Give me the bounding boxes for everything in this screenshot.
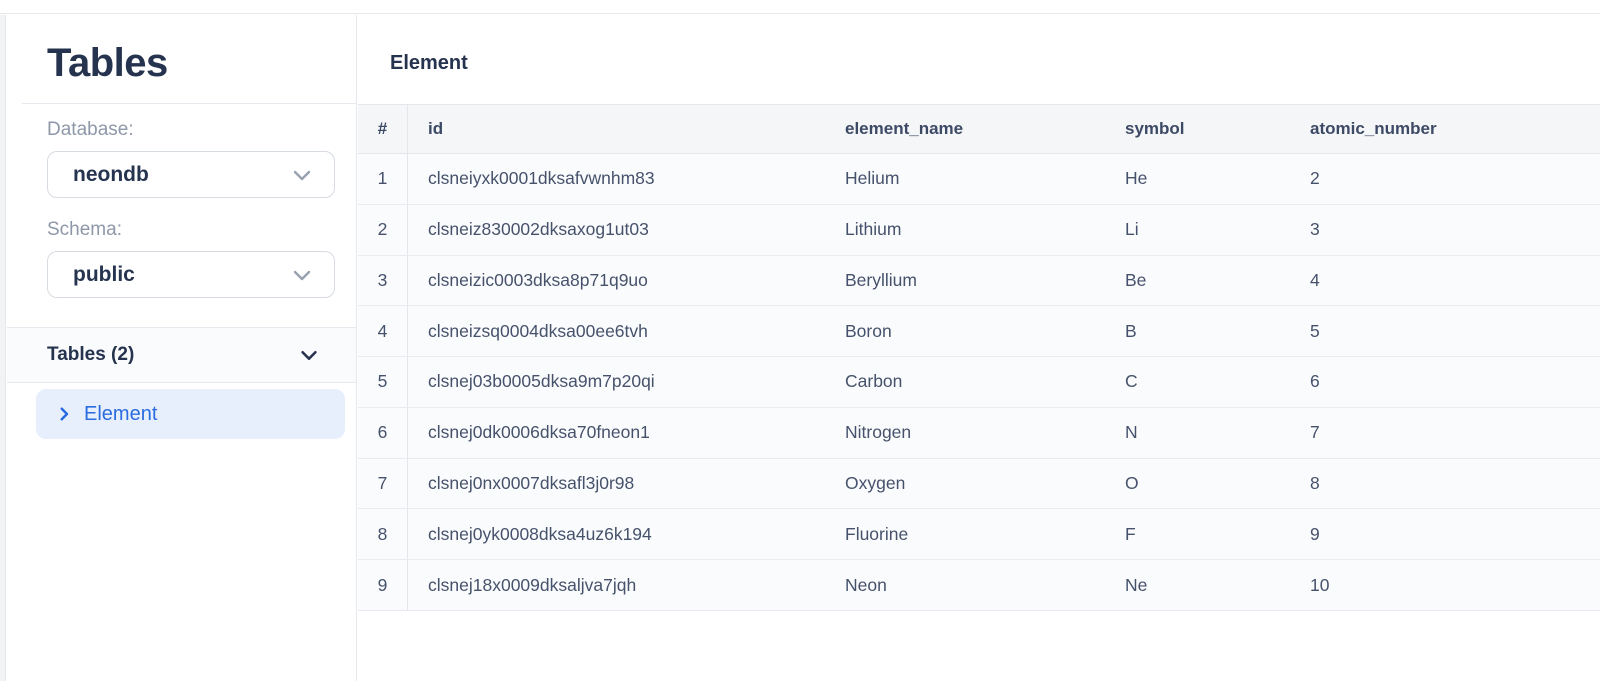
cell-id: clsnej0nx0007dksafl3j0r98 bbox=[408, 459, 825, 509]
page-title: Element bbox=[390, 51, 468, 75]
cell-element-name: Nitrogen bbox=[825, 408, 1105, 458]
cell-id: clsnej03b0005dksa9m7p20qi bbox=[408, 357, 825, 407]
cell-symbol: Be bbox=[1105, 256, 1290, 306]
cell-symbol: O bbox=[1105, 459, 1290, 509]
cell-index: 9 bbox=[358, 560, 408, 610]
cell-index: 2 bbox=[358, 205, 408, 255]
table-row[interactable]: 5clsnej03b0005dksa9m7p20qiCarbonC6 bbox=[358, 357, 1600, 408]
cell-atomic-number: 10 bbox=[1290, 560, 1600, 610]
cell-id: clsneiz830002dksaxog1ut03 bbox=[408, 205, 825, 255]
table-row[interactable]: 9clsnej18x0009dksaljva7jqhNeonNe10 bbox=[358, 560, 1600, 611]
sidebar-item-element[interactable]: Element bbox=[36, 389, 345, 439]
cell-index: 6 bbox=[358, 408, 408, 458]
sidebar: Tables Database: neondb Schema: public T… bbox=[7, 15, 357, 681]
schema-label: Schema: bbox=[47, 218, 122, 242]
table-row[interactable]: 6clsnej0dk0006dksa70fneon1NitrogenN7 bbox=[358, 408, 1600, 459]
cell-symbol: B bbox=[1105, 306, 1290, 356]
cell-id: clsneizic0003dksa8p71q9uo bbox=[408, 256, 825, 306]
left-gutter bbox=[0, 15, 6, 681]
column-header-id: id bbox=[408, 105, 825, 153]
chevron-down-icon bbox=[298, 344, 320, 366]
cell-atomic-number: 8 bbox=[1290, 459, 1600, 509]
cell-element-name: Neon bbox=[825, 560, 1105, 610]
sidebar-item-label: Element bbox=[84, 403, 157, 426]
top-bar bbox=[0, 0, 1600, 14]
data-table: # id element_name symbol atomic_number 1… bbox=[358, 104, 1600, 611]
table-row[interactable]: 1clsneiyxk0001dksafvwnhm83HeliumHe2 bbox=[358, 154, 1600, 205]
database-label: Database: bbox=[47, 118, 134, 142]
column-header-index: # bbox=[358, 105, 408, 153]
cell-element-name: Lithium bbox=[825, 205, 1105, 255]
main-panel: Element # id element_name symbol atomic_… bbox=[358, 15, 1600, 681]
column-header-symbol: symbol bbox=[1105, 105, 1290, 153]
cell-index: 5 bbox=[358, 357, 408, 407]
cell-index: 1 bbox=[358, 154, 408, 204]
chevron-down-icon bbox=[290, 163, 314, 187]
cell-atomic-number: 6 bbox=[1290, 357, 1600, 407]
table-row[interactable]: 4clsneizsq0004dksa00ee6tvhBoronB5 bbox=[358, 306, 1600, 357]
cell-element-name: Carbon bbox=[825, 357, 1105, 407]
database-select[interactable]: neondb bbox=[47, 151, 335, 198]
chevron-right-icon bbox=[55, 405, 73, 423]
cell-index: 8 bbox=[358, 509, 408, 559]
schema-select-value: public bbox=[73, 263, 135, 287]
cell-symbol: N bbox=[1105, 408, 1290, 458]
cell-symbol: Li bbox=[1105, 205, 1290, 255]
cell-index: 3 bbox=[358, 256, 408, 306]
cell-atomic-number: 2 bbox=[1290, 154, 1600, 204]
cell-element-name: Oxygen bbox=[825, 459, 1105, 509]
table-body: 1clsneiyxk0001dksafvwnhm83HeliumHe22clsn… bbox=[358, 154, 1600, 611]
cell-symbol: F bbox=[1105, 509, 1290, 559]
chevron-down-icon bbox=[290, 263, 314, 287]
cell-atomic-number: 4 bbox=[1290, 256, 1600, 306]
cell-element-name: Fluorine bbox=[825, 509, 1105, 559]
divider bbox=[22, 103, 356, 104]
cell-atomic-number: 7 bbox=[1290, 408, 1600, 458]
table-row[interactable]: 8clsnej0yk0008dksa4uz6k194FluorineF9 bbox=[358, 509, 1600, 560]
cell-atomic-number: 3 bbox=[1290, 205, 1600, 255]
cell-atomic-number: 5 bbox=[1290, 306, 1600, 356]
cell-element-name: Beryllium bbox=[825, 256, 1105, 306]
table-row[interactable]: 7clsnej0nx0007dksafl3j0r98OxygenO8 bbox=[358, 459, 1600, 510]
cell-symbol: Ne bbox=[1105, 560, 1290, 610]
cell-atomic-number: 9 bbox=[1290, 509, 1600, 559]
cell-element-name: Boron bbox=[825, 306, 1105, 356]
column-header-element-name: element_name bbox=[825, 105, 1105, 153]
cell-id: clsnej0dk0006dksa70fneon1 bbox=[408, 408, 825, 458]
cell-symbol: C bbox=[1105, 357, 1290, 407]
cell-id: clsneiyxk0001dksafvwnhm83 bbox=[408, 154, 825, 204]
table-row[interactable]: 3clsneizic0003dksa8p71q9uoBerylliumBe4 bbox=[358, 256, 1600, 307]
tables-section-header[interactable]: Tables (2) bbox=[7, 327, 356, 383]
cell-id: clsnej0yk0008dksa4uz6k194 bbox=[408, 509, 825, 559]
sidebar-title: Tables bbox=[47, 41, 168, 85]
tables-section-label: Tables (2) bbox=[47, 344, 134, 366]
database-select-value: neondb bbox=[73, 163, 149, 187]
cell-index: 7 bbox=[358, 459, 408, 509]
cell-index: 4 bbox=[358, 306, 408, 356]
column-header-atomic-number: atomic_number bbox=[1290, 105, 1600, 153]
schema-select[interactable]: public bbox=[47, 251, 335, 298]
cell-symbol: He bbox=[1105, 154, 1290, 204]
cell-element-name: Helium bbox=[825, 154, 1105, 204]
table-row[interactable]: 2clsneiz830002dksaxog1ut03LithiumLi3 bbox=[358, 205, 1600, 256]
table-header-row: # id element_name symbol atomic_number bbox=[358, 104, 1600, 154]
cell-id: clsneizsq0004dksa00ee6tvh bbox=[408, 306, 825, 356]
cell-id: clsnej18x0009dksaljva7jqh bbox=[408, 560, 825, 610]
